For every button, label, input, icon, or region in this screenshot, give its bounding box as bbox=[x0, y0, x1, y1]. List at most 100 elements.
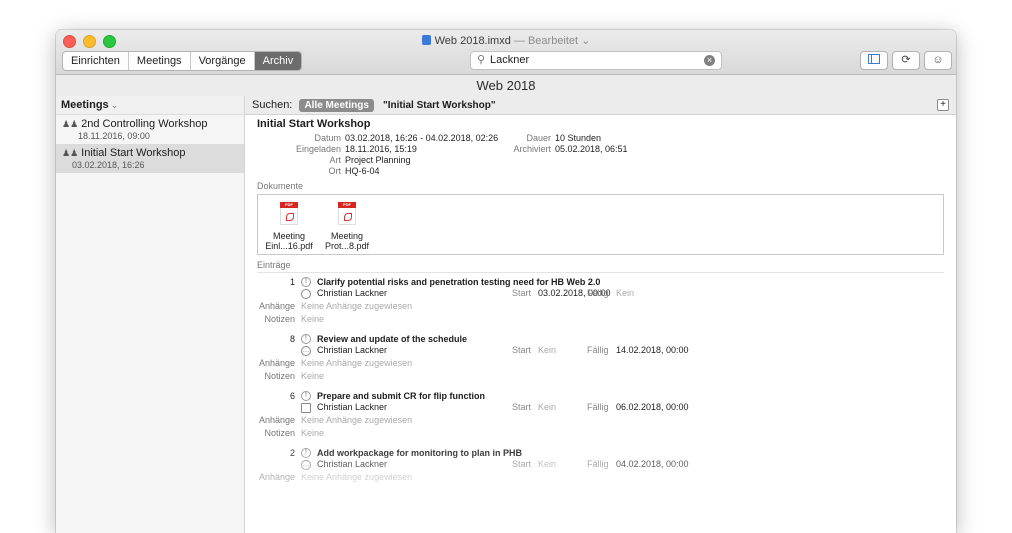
info-icon[interactable]: ! bbox=[301, 391, 311, 401]
app-window: Web 2018.imxd — Bearbeitet ⌄ Einrichten … bbox=[56, 30, 956, 533]
main-tabs: Einrichten Meetings Vorgänge Archiv bbox=[62, 51, 303, 71]
status-in-progress-icon[interactable]: … bbox=[301, 460, 311, 470]
entry-person: Christian Lackner bbox=[317, 288, 388, 298]
detail-pane: Suchen: Alle Meetings "Initial Start Wor… bbox=[245, 96, 956, 533]
sidebar-toggle-icon bbox=[868, 54, 880, 64]
datum-label: Datum bbox=[314, 133, 341, 143]
page-title: Web 2018 bbox=[56, 75, 956, 97]
tab-meetings[interactable]: Meetings bbox=[129, 52, 191, 70]
search-input[interactable]: Lackner bbox=[490, 52, 529, 69]
attachments-label: Anhänge bbox=[258, 415, 295, 425]
document-name-line2: Prot...8.pdf bbox=[324, 241, 370, 251]
pdf-icon: PDF bbox=[338, 202, 356, 225]
tab-vorgaenge[interactable]: Vorgänge bbox=[191, 52, 255, 70]
start-label: Start bbox=[512, 345, 532, 355]
attachments-label: Anhänge bbox=[258, 472, 295, 482]
info-icon[interactable]: ! bbox=[301, 277, 311, 287]
documents-label: Dokumente bbox=[257, 181, 304, 191]
entry-row[interactable]: 1 ! Clarify potential risks and penetrat… bbox=[257, 277, 944, 334]
sidebar-item-initial-start-workshop[interactable]: ♟♟ Initial Start Workshop 03.02.2018, 16:… bbox=[56, 144, 244, 173]
search-filter-bar: Suchen: Alle Meetings "Initial Start Wor… bbox=[245, 96, 956, 115]
start-label: Start bbox=[512, 459, 532, 469]
meetings-sidebar: Meetings ⌄ ♟♟ 2nd Controlling Workshop 18.… bbox=[56, 96, 245, 533]
sidebar-item-date: 03.02.2018, 16:26 bbox=[72, 160, 145, 170]
entry-person: Christian Lackner bbox=[317, 345, 388, 355]
people-icon: ♟♟ bbox=[62, 148, 79, 158]
search-icon: ⚲ bbox=[477, 54, 486, 66]
datum-value: 03.02.2018, 16:26 - 04.02.2018, 02:26 bbox=[345, 133, 499, 143]
entry-row[interactable]: 8 ! Review and update of the schedule … … bbox=[257, 334, 944, 391]
eingeladen-value: 18.11.2016, 15:19 bbox=[345, 144, 417, 154]
sidebar-item-date: 18.11.2016, 09:00 bbox=[78, 131, 150, 141]
due-label: Fällig bbox=[587, 345, 609, 355]
attachments-value: Keine Anhänge zugewiesen bbox=[301, 472, 413, 482]
entry-number: 1 bbox=[289, 277, 295, 287]
sync-icon: ⟳ bbox=[901, 54, 911, 66]
entry-title: Review and update of the schedule bbox=[317, 334, 468, 344]
dauer-label: Dauer bbox=[526, 133, 551, 143]
attachments-label: Anhänge bbox=[258, 301, 295, 311]
clear-search-icon[interactable]: × bbox=[704, 55, 715, 66]
search-field[interactable]: ⚲ Lackner × bbox=[470, 51, 722, 70]
due-value: 14.02.2018, 00:00 bbox=[616, 345, 689, 355]
status-in-progress-icon[interactable]: … bbox=[301, 346, 311, 356]
document-name-line2: Einl...16.pdf bbox=[265, 241, 313, 251]
entry-title: Add workpackage for monitoring to plan i… bbox=[317, 448, 523, 458]
sidebar-item-title: 2nd Controlling Workshop bbox=[81, 118, 208, 130]
sidebar-toggle-button[interactable] bbox=[860, 51, 888, 70]
attachments-value: Keine Anhänge zugewiesen bbox=[301, 415, 413, 425]
window-title: Web 2018.imxd — Bearbeitet ⌄ bbox=[56, 34, 956, 47]
due-label: Fällig bbox=[587, 402, 609, 412]
document-item[interactable]: PDF Meeting Prot...8.pdf bbox=[318, 202, 376, 251]
document-name-line1: Meeting bbox=[330, 231, 364, 241]
edited-status[interactable]: — Bearbeitet ⌄ bbox=[514, 35, 590, 47]
due-value: 04.02.2018, 00:00 bbox=[616, 459, 689, 469]
sidebar-item-2nd-controlling-workshop[interactable]: ♟♟ 2nd Controlling Workshop 18.11.2016, 0… bbox=[56, 115, 244, 144]
document-icon bbox=[421, 35, 431, 45]
notes-value: Keine bbox=[301, 314, 325, 324]
dauer-value: 10 Stunden bbox=[555, 133, 602, 143]
filter-label: Suchen: bbox=[252, 99, 293, 111]
chevron-down-icon: ⌄ bbox=[110, 100, 119, 110]
add-filter-button[interactable]: + bbox=[937, 99, 949, 111]
entry-person: Christian Lackner bbox=[317, 459, 388, 469]
meeting-details: Datum 03.02.2018, 16:26 - 04.02.2018, 02… bbox=[257, 133, 944, 179]
due-label: Fällig bbox=[587, 288, 609, 298]
tab-archiv[interactable]: Archiv bbox=[254, 52, 302, 70]
sync-button[interactable]: ⟳ bbox=[892, 51, 920, 70]
status-open-icon[interactable] bbox=[301, 289, 311, 299]
tab-einrichten[interactable]: Einrichten bbox=[63, 52, 129, 70]
archiviert-value: 05.02.2018, 06:51 bbox=[555, 144, 628, 154]
sidebar-item-title: Initial Start Workshop bbox=[81, 147, 186, 159]
feedback-button[interactable]: ☺ bbox=[924, 51, 952, 70]
entries-label: Einträge bbox=[257, 260, 944, 273]
notes-label: Notizen bbox=[264, 428, 295, 438]
notes-label: Notizen bbox=[264, 314, 295, 324]
filter-scope-pill[interactable]: Alle Meetings bbox=[299, 99, 374, 112]
attachments-label: Anhänge bbox=[258, 358, 295, 368]
attachments-value: Keine Anhänge zugewiesen bbox=[301, 358, 413, 368]
document-item[interactable]: PDF Meeting Einl...16.pdf bbox=[260, 202, 318, 251]
start-value: Kein bbox=[538, 402, 557, 412]
due-value: 06.02.2018, 00:00 bbox=[616, 402, 689, 412]
attachments-value: Keine Anhänge zugewiesen bbox=[301, 301, 413, 311]
start-label: Start bbox=[512, 288, 532, 298]
info-icon[interactable]: ! bbox=[301, 448, 311, 458]
entry-title: Clarify potential risks and penetration … bbox=[317, 277, 601, 287]
smiley-icon: ☺ bbox=[932, 54, 944, 66]
entry-row[interactable]: 6 ! Prepare and submit CR for flip funct… bbox=[257, 391, 944, 448]
entry-row[interactable]: 2 ! Add workpackage for monitoring to pl… bbox=[257, 448, 944, 505]
notes-label: Notizen bbox=[264, 371, 295, 381]
start-label: Start bbox=[512, 402, 532, 412]
inbox-icon[interactable] bbox=[301, 403, 311, 413]
info-icon[interactable]: ! bbox=[301, 334, 311, 344]
art-value: Project Planning bbox=[345, 155, 411, 165]
entry-person: Christian Lackner bbox=[317, 402, 388, 412]
sidebar-heading[interactable]: Meetings ⌄ bbox=[56, 96, 244, 115]
start-value: Kein bbox=[538, 459, 557, 469]
notes-value: Keine bbox=[301, 428, 325, 438]
due-value: Kein bbox=[616, 288, 635, 298]
archiviert-label: Archiviert bbox=[513, 144, 551, 154]
document-name-line1: Meeting bbox=[272, 231, 306, 241]
titlebar: Web 2018.imxd — Bearbeitet ⌄ Einrichten … bbox=[56, 30, 956, 75]
